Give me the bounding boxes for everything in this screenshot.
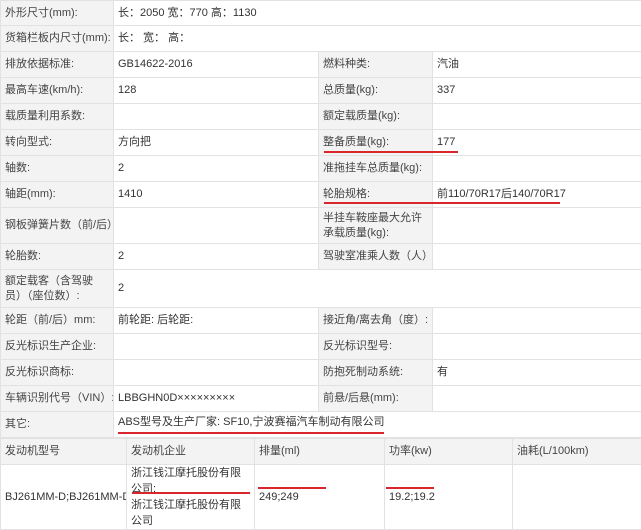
value-tire-count: 2: [114, 244, 319, 270]
value-engine-model: BJ261MM-D;BJ261MM-D: [1, 465, 127, 530]
spec-row-brand-abs: 反光标识商标: 防抱死制动系统: 有: [1, 360, 641, 386]
spec-row-dimensions: 外形尺寸(mm): 长：2050 宽：770 高：1130: [1, 1, 641, 26]
spec-row-vin-overhang: 车辆识别代号（VIN）: LBBGHN0D××××××××× 前悬/后悬(mm)…: [1, 386, 641, 412]
label-vin: 车辆识别代号（VIN）:: [1, 386, 114, 412]
header-power: 功率(kw): [385, 439, 513, 465]
vehicle-spec-page: 外形尺寸(mm): 长：2050 宽：770 高：1130 货箱栏板内尺寸(mm…: [0, 0, 641, 497]
value-approach-angle: [433, 308, 641, 334]
label-reflector-maker: 反光标识生产企业:: [1, 334, 114, 360]
label-saddle-load: 半挂车鞍座最大允许承载质量(kg):: [319, 208, 433, 244]
label-max-speed: 最高车速(km/h):: [1, 78, 114, 104]
abs-note: ABS型号及生产厂家: SF10,宁波赛福汽车制动有限公司: [118, 415, 384, 434]
engine-data-row: BJ261MM-D;BJ261MM-D 浙江钱江摩托股份有限公司; 浙江钱江摩托…: [1, 465, 641, 530]
spec-row-other: 其它: ABS型号及生产厂家: SF10,宁波赛福汽车制动有限公司: [1, 412, 641, 438]
spec-row-tires-cab: 轮胎数: 2 驾驶室准乘人数（人）:: [1, 244, 641, 270]
value-engine-company: 浙江钱江摩托股份有限公司; 浙江钱江摩托股份有限公司: [127, 465, 255, 530]
spec-row-emission-fuel: 排放依据标准: GB14622-2016 燃料种类: 汽油: [1, 52, 641, 78]
header-engine-model: 发动机型号: [1, 439, 127, 465]
value-overhang: [433, 386, 641, 412]
value-max-speed: 128: [114, 78, 319, 104]
value-fuel-consumption: [513, 465, 641, 530]
value-saddle-load: [433, 208, 641, 244]
spec-row-reflector: 反光标识生产企业: 反光标识型号:: [1, 334, 641, 360]
label-wheelbase: 轴距(mm):: [1, 182, 114, 208]
value-steering-type: 方向把: [114, 130, 319, 156]
value-cab-capacity: [433, 244, 641, 270]
engine-header-row: 发动机型号 发动机企业 排量(ml) 功率(kw) 油耗(L/100km): [1, 439, 641, 465]
spec-row-springs-saddle: 钢板弹簧片数（前/后）: 半挂车鞍座最大允许承载质量(kg):: [1, 208, 641, 244]
value-curb-mass: 177: [433, 130, 641, 156]
value-track-width: 前轮距: 后轮距:: [114, 308, 319, 334]
value-wheelbase: 1410: [114, 182, 319, 208]
label-steering-type: 转向型式:: [1, 130, 114, 156]
label-trailer-mass: 准拖挂车总质量(kg):: [319, 156, 433, 182]
label-approach-angle: 接近角/离去角（度）:: [319, 308, 433, 334]
label-other: 其它:: [1, 412, 114, 438]
value-total-mass: 337: [433, 78, 641, 104]
label-abs-system: 防抱死制动系统:: [319, 360, 433, 386]
value-reflector-maker: [114, 334, 319, 360]
spec-row-cargo-box: 货箱栏板内尺寸(mm): 长： 宽： 高：: [1, 26, 641, 52]
label-cargo-box: 货箱栏板内尺寸(mm):: [1, 26, 114, 52]
value-power: 19.2;19.2: [385, 465, 513, 530]
label-tire-count: 轮胎数:: [1, 244, 114, 270]
label-rated-load: 额定载质量(kg):: [319, 104, 433, 130]
value-emission-standard: GB14622-2016: [114, 52, 319, 78]
label-cab-capacity: 驾驶室准乘人数（人）:: [319, 244, 433, 270]
header-fuel-consumption: 油耗(L/100km): [513, 439, 641, 465]
vehicle-spec-table: 外形尺寸(mm): 长：2050 宽：770 高：1130 货箱栏板内尺寸(mm…: [0, 0, 641, 438]
label-rated-passengers: 额定载客（含驾驶员）（座位数）:: [1, 270, 114, 308]
spec-row-speed-mass: 最高车速(km/h): 128 总质量(kg): 337: [1, 78, 641, 104]
value-cargo-box: 长： 宽： 高：: [114, 26, 641, 52]
underline-curb-mass: [324, 151, 458, 153]
value-abs-system: 有: [433, 360, 641, 386]
spec-row-track-angle: 轮距（前/后）mm: 前轮距: 后轮距: 接近角/离去角（度）:: [1, 308, 641, 334]
underline-displacement: [258, 487, 326, 489]
label-fuel-type: 燃料种类:: [319, 52, 433, 78]
label-dimensions: 外形尺寸(mm):: [1, 1, 114, 26]
value-rated-load: [433, 104, 641, 130]
engine-table: 发动机型号 发动机企业 排量(ml) 功率(kw) 油耗(L/100km) BJ…: [0, 438, 641, 530]
label-axle-count: 轴数:: [1, 156, 114, 182]
label-total-mass: 总质量(kg):: [319, 78, 433, 104]
spec-row-load: 载质量利用系数: 额定载质量(kg):: [1, 104, 641, 130]
header-engine-company: 发动机企业: [127, 439, 255, 465]
engine-company-line-2: 浙江钱江摩托股份有限公司: [131, 497, 250, 529]
header-displacement: 排量(ml): [255, 439, 385, 465]
spec-row-passengers: 额定载客（含驾驶员）（座位数）: 2: [1, 270, 641, 308]
label-emission-standard: 排放依据标准:: [1, 52, 114, 78]
value-vin: LBBGHN0D×××××××××: [114, 386, 319, 412]
spec-row-axles-trailer: 轴数: 2 准拖挂车总质量(kg):: [1, 156, 641, 182]
value-rated-passengers: 2: [114, 270, 641, 308]
label-reflector-model: 反光标识型号:: [319, 334, 433, 360]
label-reflector-brand: 反光标识商标:: [1, 360, 114, 386]
label-load-coefficient: 载质量利用系数:: [1, 104, 114, 130]
value-trailer-mass: [433, 156, 641, 182]
spec-row-steering-curb: 转向型式: 方向把 整备质量(kg): 177: [1, 130, 641, 156]
value-leaf-springs: [114, 208, 319, 244]
value-displacement: 249;249: [255, 465, 385, 530]
value-reflector-model: [433, 334, 641, 360]
label-overhang: 前悬/后悬(mm):: [319, 386, 433, 412]
value-dimensions: 长：2050 宽：770 高：1130: [114, 1, 641, 26]
value-reflector-brand: [114, 360, 319, 386]
underline-tire-spec: [324, 202, 560, 204]
value-axle-count: 2: [114, 156, 319, 182]
label-track-width: 轮距（前/后）mm:: [1, 308, 114, 334]
label-leaf-springs: 钢板弹簧片数（前/后）:: [1, 208, 114, 244]
underline-engine-company: [132, 492, 250, 494]
value-fuel-type: 汽油: [433, 52, 641, 78]
value-other: ABS型号及生产厂家: SF10,宁波赛福汽车制动有限公司: [114, 412, 641, 438]
value-load-coefficient: [114, 104, 319, 130]
underline-power: [386, 487, 434, 489]
